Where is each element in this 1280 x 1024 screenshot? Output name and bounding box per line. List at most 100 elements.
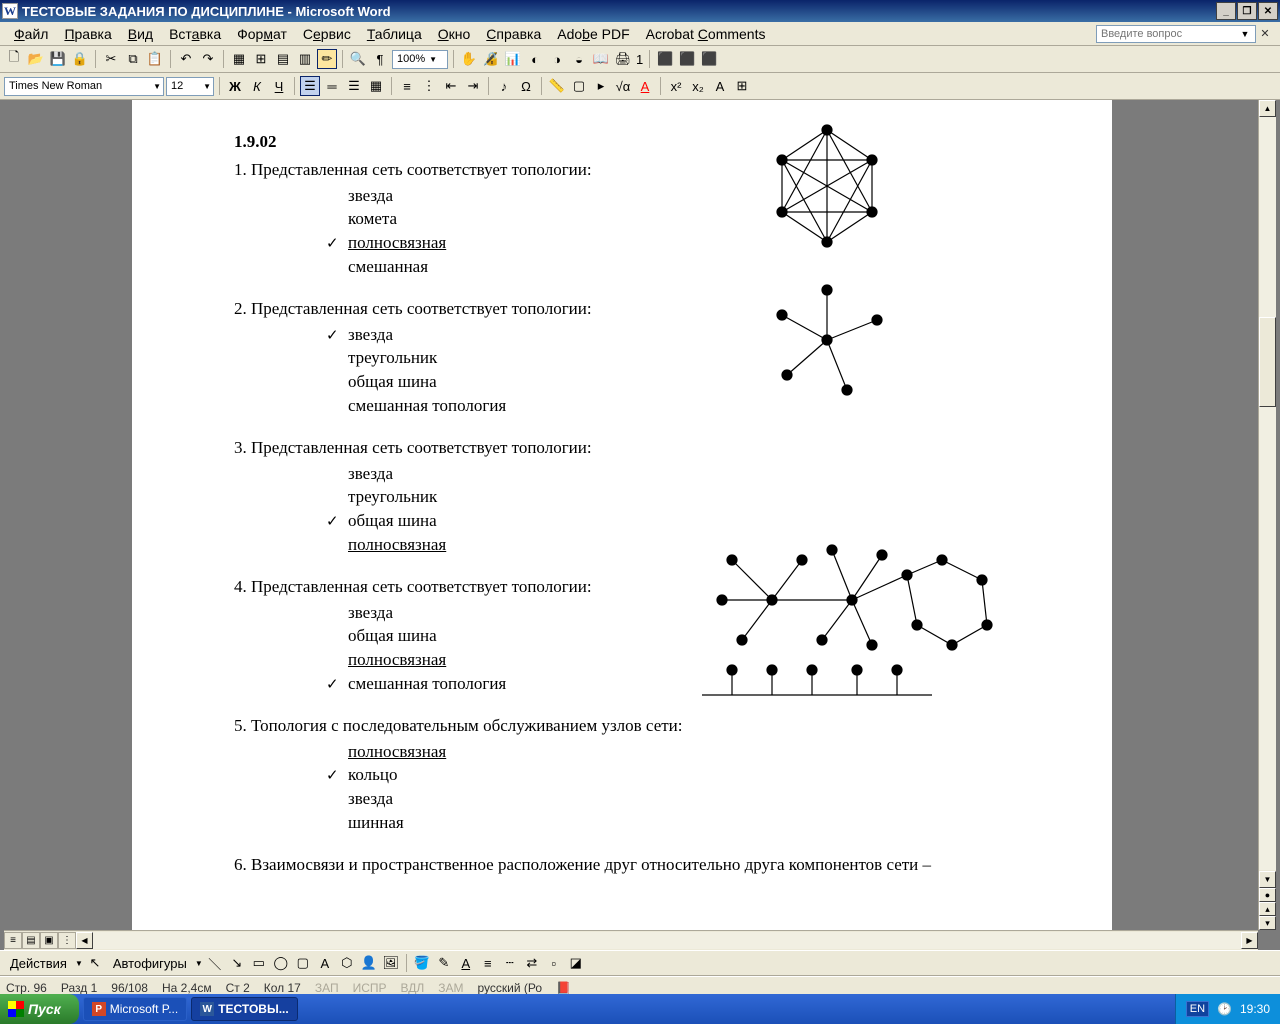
taskbar-item-word[interactable]: W ТЕСТОВЫ... bbox=[191, 997, 297, 1021]
clock[interactable]: 19:30 bbox=[1240, 1002, 1270, 1016]
taskbar-item-powerpoint[interactable]: P Microsoft P... bbox=[83, 997, 187, 1021]
numbering-icon[interactable]: ≡ bbox=[397, 76, 417, 96]
line-color-icon[interactable]: ✎ bbox=[434, 953, 454, 973]
read-icon[interactable]: 📖 bbox=[591, 49, 611, 69]
increase-indent-icon[interactable]: ⇥ bbox=[463, 76, 483, 96]
music-icon[interactable]: ♪ bbox=[494, 76, 514, 96]
browse-object-icon[interactable]: ● bbox=[1259, 888, 1276, 902]
status-ovr[interactable]: ЗАМ bbox=[438, 981, 463, 995]
align-center-icon[interactable]: ═ bbox=[322, 76, 342, 96]
outline-view-icon[interactable]: ⋮ bbox=[58, 932, 76, 949]
menu-tools[interactable]: Сервис bbox=[295, 24, 359, 44]
circle1-icon[interactable]: ◐ bbox=[525, 49, 545, 69]
chart-icon[interactable]: 📊 bbox=[503, 49, 523, 69]
oval-icon[interactable]: ◯ bbox=[271, 953, 291, 973]
cut-icon[interactable]: ✂ bbox=[101, 49, 121, 69]
styles-icon[interactable]: A bbox=[710, 76, 730, 96]
align-right-icon[interactable]: ☰ bbox=[344, 76, 364, 96]
fill-color-icon[interactable]: 🪣 bbox=[412, 953, 432, 973]
circle2-icon[interactable]: ◑ bbox=[547, 49, 567, 69]
scroll-down-icon[interactable]: ▼ bbox=[1259, 871, 1276, 888]
scroll-thumb[interactable] bbox=[1259, 317, 1276, 407]
triangle-icon[interactable]: ▸ bbox=[591, 76, 611, 96]
menu-acrobat-comments[interactable]: Acrobat Comments bbox=[638, 24, 774, 44]
select-arrow-icon[interactable]: ↖ bbox=[85, 953, 105, 973]
shadow-icon[interactable]: ▫ bbox=[544, 953, 564, 973]
help-search[interactable]: ▼ bbox=[1096, 25, 1256, 43]
lock-icon[interactable]: 🔏 bbox=[481, 49, 501, 69]
status-ext[interactable]: ВДЛ bbox=[401, 981, 425, 995]
super-icon[interactable]: x² bbox=[666, 76, 686, 96]
document-map-icon[interactable]: 🔍 bbox=[348, 49, 368, 69]
next-page-icon[interactable]: ▾ bbox=[1259, 916, 1276, 930]
align-left-icon[interactable]: ☰ bbox=[300, 76, 320, 96]
justify-icon[interactable]: ▦ bbox=[366, 76, 386, 96]
open-icon[interactable]: 📂 bbox=[26, 49, 46, 69]
actions-menu[interactable]: Действия bbox=[4, 954, 73, 973]
book-icon[interactable]: 📕 bbox=[556, 981, 571, 995]
scroll-up-icon[interactable]: ▲ bbox=[1259, 100, 1276, 117]
tables-borders-icon[interactable]: ⊞ bbox=[251, 49, 271, 69]
grid-icon[interactable]: ⊞ bbox=[732, 76, 752, 96]
circle3-icon[interactable]: ◒ bbox=[569, 49, 589, 69]
omega-icon[interactable]: Ω bbox=[516, 76, 536, 96]
print-view-icon[interactable]: ▣ bbox=[40, 932, 58, 949]
wordart-icon[interactable]: A bbox=[315, 953, 335, 973]
font-color-icon[interactable]: A bbox=[635, 76, 655, 96]
line-icon[interactable]: ＼ bbox=[205, 953, 225, 973]
diagram-org-icon[interactable]: ⬡ bbox=[337, 953, 357, 973]
table-icon[interactable]: ▦ bbox=[229, 49, 249, 69]
close-button[interactable]: ✕ bbox=[1258, 2, 1278, 20]
chevron-down-icon[interactable]: ▼ bbox=[1237, 29, 1253, 39]
paragraph-icon[interactable]: ¶ bbox=[370, 49, 390, 69]
font-combo[interactable]: Times New Roman▼ bbox=[4, 77, 164, 96]
menu-edit[interactable]: Правка bbox=[56, 24, 119, 44]
zoom-combo[interactable]: 100%▼ bbox=[392, 50, 448, 69]
pdf-mail-icon[interactable]: ⬛ bbox=[677, 49, 697, 69]
menu-insert[interactable]: Вставка bbox=[161, 24, 229, 44]
picture-icon[interactable]: 🖼 bbox=[381, 953, 401, 973]
new-icon[interactable]: 🗋 bbox=[4, 49, 24, 69]
excel-icon[interactable]: ▤ bbox=[273, 49, 293, 69]
copy-icon[interactable]: ⧉ bbox=[123, 49, 143, 69]
borders-icon[interactable]: ▢ bbox=[569, 76, 589, 96]
line-style-icon[interactable]: ≡ bbox=[478, 953, 498, 973]
pdf-review-icon[interactable]: ⬛ bbox=[699, 49, 719, 69]
hand-icon[interactable]: ✋ bbox=[459, 49, 479, 69]
pdf-icon[interactable]: ⬛ bbox=[655, 49, 675, 69]
arrow-style-icon[interactable]: ⇄ bbox=[522, 953, 542, 973]
status-trk[interactable]: ИСПР bbox=[353, 981, 387, 995]
status-rec[interactable]: ЗАП bbox=[315, 981, 339, 995]
menu-format[interactable]: Формат bbox=[229, 24, 295, 44]
scroll-right-icon[interactable]: ▶ bbox=[1241, 932, 1258, 949]
menu-view[interactable]: Вид bbox=[120, 24, 161, 44]
help-input[interactable] bbox=[1097, 28, 1237, 40]
ruler-icon[interactable]: 📏 bbox=[547, 76, 567, 96]
3d-icon[interactable]: ◪ bbox=[566, 953, 586, 973]
tray-icon[interactable]: 🕑 bbox=[1217, 1002, 1232, 1016]
web-view-icon[interactable]: ▤ bbox=[22, 932, 40, 949]
print-icon[interactable]: 🖨 bbox=[613, 49, 633, 69]
italic-icon[interactable]: К bbox=[247, 76, 267, 96]
minimize-button[interactable]: _ bbox=[1216, 2, 1236, 20]
undo-icon[interactable]: ↶ bbox=[176, 49, 196, 69]
bullets-icon[interactable]: ⋮ bbox=[419, 76, 439, 96]
paste-icon[interactable]: 📋 bbox=[145, 49, 165, 69]
menu-adobe-pdf[interactable]: Adobe PDF bbox=[549, 24, 637, 44]
normal-view-icon[interactable]: ≡ bbox=[4, 932, 22, 949]
save-icon[interactable]: 💾 bbox=[48, 49, 68, 69]
redo-icon[interactable]: ↷ bbox=[198, 49, 218, 69]
menu-window[interactable]: Окно bbox=[430, 24, 479, 44]
status-lang[interactable]: русский (Ро bbox=[478, 981, 543, 995]
prev-page-icon[interactable]: ▴ bbox=[1259, 902, 1276, 916]
menu-close-button[interactable]: ✕ bbox=[1256, 27, 1274, 40]
font-color2-icon[interactable]: A bbox=[456, 953, 476, 973]
textbox-icon[interactable]: ▢ bbox=[293, 953, 313, 973]
rect-icon[interactable]: ▭ bbox=[249, 953, 269, 973]
scroll-left-icon[interactable]: ◀ bbox=[76, 932, 93, 949]
start-button[interactable]: Пуск bbox=[0, 994, 79, 1024]
sub-icon[interactable]: x₂ bbox=[688, 76, 708, 96]
bold-icon[interactable]: Ж bbox=[225, 76, 245, 96]
equation-icon[interactable]: √α bbox=[613, 76, 633, 96]
permission-icon[interactable]: 🔒 bbox=[70, 49, 90, 69]
